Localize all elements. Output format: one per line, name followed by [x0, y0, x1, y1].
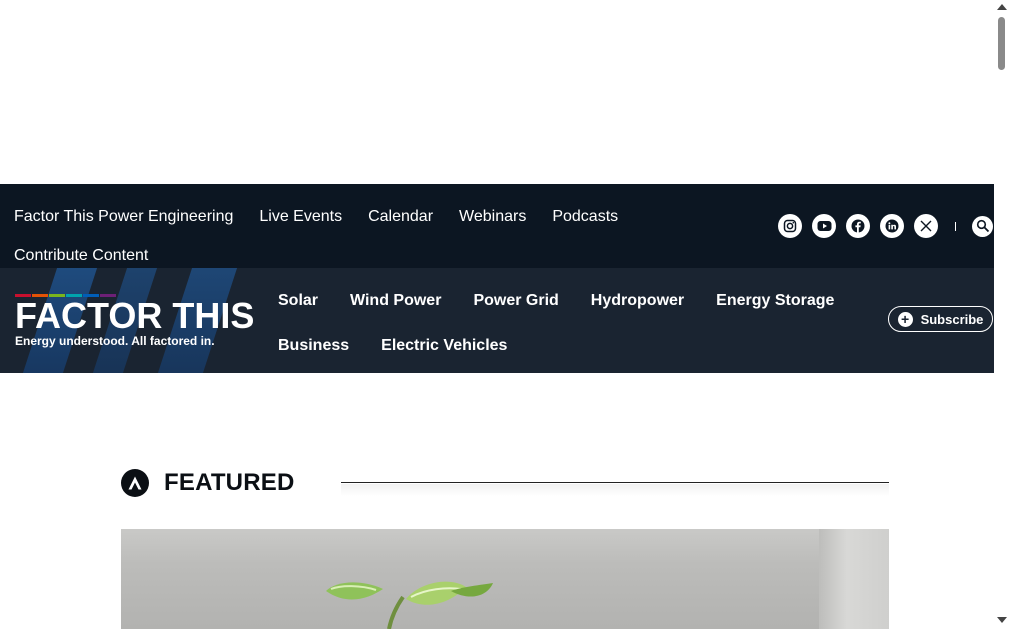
- featured-shadow: [341, 484, 889, 496]
- top-nav: Factor This Power Engineering Live Event…: [0, 184, 664, 275]
- plus-icon: +: [897, 311, 913, 327]
- nav-solar[interactable]: Solar: [278, 283, 318, 328]
- top-nav-live-events[interactable]: Live Events: [259, 197, 342, 236]
- facebook-icon[interactable]: [846, 214, 870, 238]
- scroll-up-arrow[interactable]: [997, 4, 1007, 10]
- logo[interactable]: FACTOR THIS™ Energy understood. All fact…: [0, 268, 255, 373]
- logo-color-bars: [15, 294, 117, 297]
- top-utility-bar: Factor This Power Engineering Live Event…: [0, 184, 1009, 268]
- search-icon[interactable]: [972, 215, 993, 237]
- scroll-down-arrow[interactable]: [997, 617, 1007, 623]
- instagram-icon[interactable]: [778, 214, 802, 238]
- nav-wind-power[interactable]: Wind Power: [350, 283, 441, 328]
- subscribe-label: Subscribe: [920, 311, 984, 327]
- scrollbar[interactable]: [994, 0, 1009, 629]
- social-divider: [955, 221, 956, 231]
- nav-electric-vehicles[interactable]: Electric Vehicles: [381, 328, 507, 373]
- subscribe-button[interactable]: + Subscribe: [888, 306, 993, 332]
- top-nav-calendar[interactable]: Calendar: [368, 197, 433, 236]
- nav-business[interactable]: Business: [278, 328, 349, 373]
- featured-image[interactable]: [121, 529, 889, 629]
- ad-space: [0, 0, 1009, 184]
- plant-image: [326, 581, 493, 629]
- logo-wordmark: FACTOR THIS™: [15, 295, 255, 336]
- social-links: [768, 184, 1009, 268]
- top-nav-podcasts[interactable]: Podcasts: [552, 197, 618, 236]
- youtube-icon[interactable]: [812, 214, 836, 238]
- featured-title: FEATURED: [164, 469, 295, 496]
- nav-energy-storage[interactable]: Energy Storage: [716, 283, 834, 328]
- featured-divider: [341, 482, 889, 483]
- top-nav-power-engineering[interactable]: Factor This Power Engineering: [14, 197, 233, 236]
- featured-logo-icon: [121, 469, 149, 497]
- main-header: FACTOR THIS™ Energy understood. All fact…: [0, 268, 1009, 373]
- scrollbar-thumb[interactable]: [998, 17, 1005, 70]
- featured-section-header: FEATURED: [121, 468, 889, 498]
- nav-power-grid[interactable]: Power Grid: [473, 283, 558, 328]
- nav-hydropower[interactable]: Hydropower: [591, 283, 684, 328]
- x-icon[interactable]: [914, 214, 938, 238]
- top-nav-webinars[interactable]: Webinars: [459, 197, 526, 236]
- page: Factor This Power Engineering Live Event…: [0, 0, 1009, 629]
- linkedin-icon[interactable]: [880, 214, 904, 238]
- logo-tagline: Energy understood. All factored in.: [15, 334, 215, 348]
- main-nav: Solar Wind Power Power Grid Hydropower E…: [255, 268, 868, 373]
